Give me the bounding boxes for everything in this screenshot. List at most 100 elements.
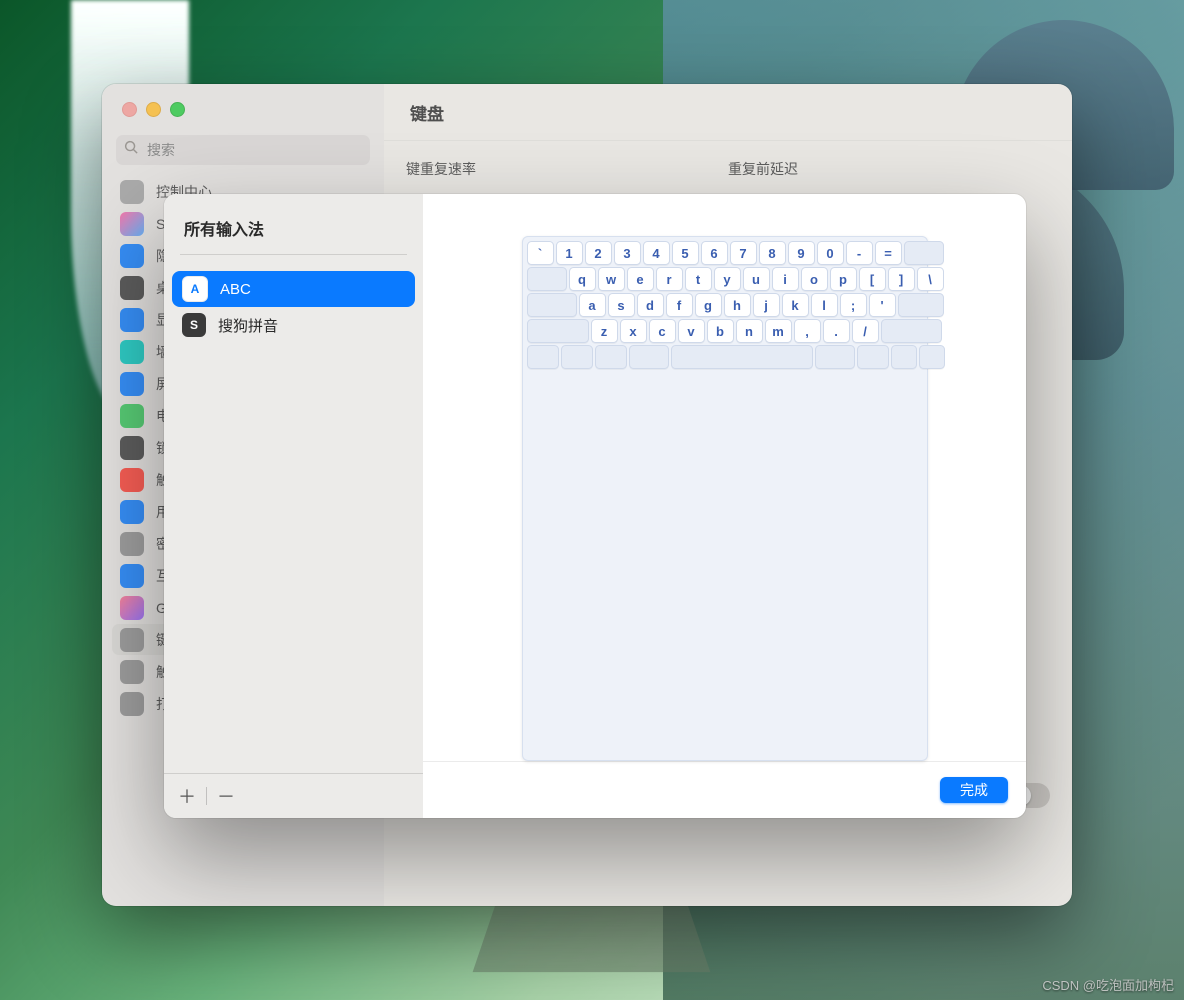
search-field[interactable]	[116, 135, 370, 165]
remove-input-source-button[interactable]: －	[213, 783, 239, 809]
done-button[interactable]: 完成	[940, 777, 1008, 803]
key-repeat-rate-label: 键重复速率	[406, 159, 728, 179]
key-o: o	[801, 267, 828, 291]
keyboard-layout-preview: `1234567890-=qwertyuiop[]\asdfghjkl;'zxc…	[522, 236, 928, 761]
input-source-label: 搜狗拼音	[218, 315, 278, 336]
input-source-item-搜狗拼音[interactable]: S 搜狗拼音	[172, 307, 415, 343]
key-.: .	[823, 319, 850, 343]
sidebar-icon	[120, 500, 144, 524]
close-button[interactable]	[122, 102, 137, 117]
key-3: 3	[614, 241, 641, 265]
search-input[interactable]	[145, 141, 362, 159]
sidebar-icon	[120, 404, 144, 428]
modifier-key	[527, 345, 559, 369]
key-`: `	[527, 241, 554, 265]
key-i: i	[772, 267, 799, 291]
key--: -	[846, 241, 873, 265]
key-5: 5	[672, 241, 699, 265]
key-z: z	[591, 319, 618, 343]
input-source-icon: S	[182, 313, 206, 337]
sidebar-icon	[120, 564, 144, 588]
key-\: \	[917, 267, 944, 291]
key-y: y	[714, 267, 741, 291]
key-/: /	[852, 319, 879, 343]
key-b: b	[707, 319, 734, 343]
sidebar-icon	[120, 340, 144, 364]
modifier-key	[561, 345, 593, 369]
keyboard-rate-labels: 键重复速率 重复前延迟	[406, 159, 1050, 179]
key-g: g	[695, 293, 722, 317]
key-h: h	[724, 293, 751, 317]
key-': '	[869, 293, 896, 317]
separator	[206, 787, 207, 805]
sidebar-icon	[120, 372, 144, 396]
key-;: ;	[840, 293, 867, 317]
modifier-key	[629, 345, 669, 369]
page-title: 键盘	[384, 84, 1072, 141]
modifier-key	[595, 345, 627, 369]
modifier-key	[527, 267, 567, 291]
key-8: 8	[759, 241, 786, 265]
watermark: CSDN @吃泡面加枸杞	[1042, 975, 1174, 994]
sidebar-icon	[120, 436, 144, 460]
input-source-icon: A	[182, 276, 208, 302]
key-x: x	[620, 319, 647, 343]
modifier-key	[815, 345, 855, 369]
sidebar-icon	[120, 660, 144, 684]
sidebar-icon	[120, 244, 144, 268]
key-p: p	[830, 267, 857, 291]
sidebar-icon	[120, 628, 144, 652]
sidebar-icon	[120, 692, 144, 716]
key-4: 4	[643, 241, 670, 265]
key-2: 2	[585, 241, 612, 265]
search-icon	[124, 140, 139, 160]
sidebar-icon	[120, 308, 144, 332]
key-s: s	[608, 293, 635, 317]
window-controls	[102, 84, 384, 125]
sidebar-icon	[120, 212, 144, 236]
modifier-key	[904, 241, 944, 265]
sheet-title: 所有输入法	[164, 194, 423, 254]
key-f: f	[666, 293, 693, 317]
sidebar-icon	[120, 276, 144, 300]
key-6: 6	[701, 241, 728, 265]
modifier-key	[919, 345, 945, 369]
key-q: q	[569, 267, 596, 291]
key-,: ,	[794, 319, 821, 343]
add-input-source-button[interactable]: ＋	[174, 783, 200, 809]
key-a: a	[579, 293, 606, 317]
input-source-list: A ABC S 搜狗拼音	[164, 265, 423, 773]
modifier-key	[881, 319, 942, 343]
modifier-key	[857, 345, 889, 369]
key-7: 7	[730, 241, 757, 265]
key-m: m	[765, 319, 792, 343]
sidebar-icon	[120, 596, 144, 620]
key-l: l	[811, 293, 838, 317]
key-w: w	[598, 267, 625, 291]
input-source-label: ABC	[220, 281, 251, 298]
key-j: j	[753, 293, 780, 317]
input-source-item-ABC[interactable]: A ABC	[172, 271, 415, 307]
sheet-footer-right: 完成	[423, 761, 1026, 818]
key-0: 0	[817, 241, 844, 265]
sidebar-icon	[120, 532, 144, 556]
modifier-key	[527, 319, 589, 343]
modifier-key	[671, 345, 813, 369]
key-k: k	[782, 293, 809, 317]
minimize-button[interactable]	[146, 102, 161, 117]
modifier-key	[898, 293, 944, 317]
key-9: 9	[788, 241, 815, 265]
key-d: d	[637, 293, 664, 317]
sidebar-icon	[120, 180, 144, 204]
sheet-footer-left: ＋ －	[164, 773, 423, 818]
divider	[180, 254, 407, 255]
key-]: ]	[888, 267, 915, 291]
key-c: c	[649, 319, 676, 343]
key-1: 1	[556, 241, 583, 265]
key-r: r	[656, 267, 683, 291]
key-v: v	[678, 319, 705, 343]
maximize-button[interactable]	[170, 102, 185, 117]
input-sources-sheet: 所有输入法 AABCS搜狗拼音 ＋ － `1234567890-=qwertyu…	[164, 194, 1026, 818]
modifier-key	[891, 345, 917, 369]
input-source-detail: `1234567890-=qwertyuiop[]\asdfghjkl;'zxc…	[423, 194, 1026, 818]
